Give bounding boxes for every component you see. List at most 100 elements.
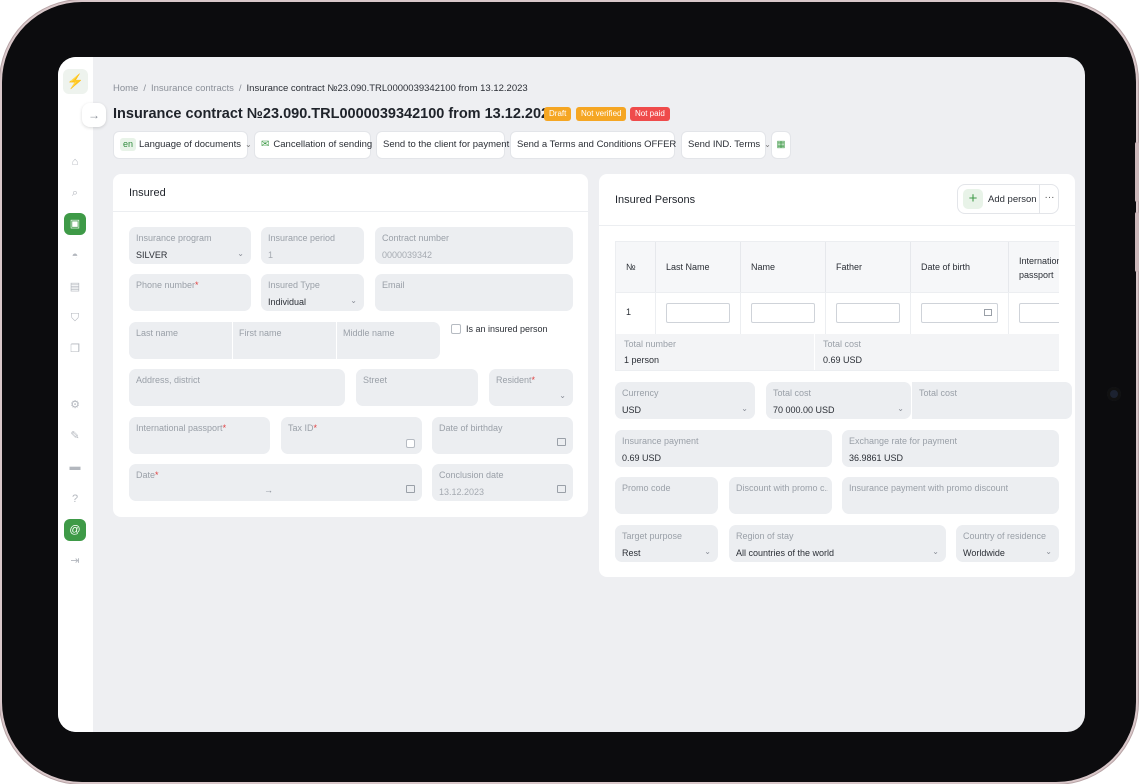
- chevron-down-icon: ⌄: [559, 391, 566, 400]
- document-icon[interactable]: ▤: [64, 276, 86, 298]
- calendar-icon[interactable]: [984, 309, 992, 316]
- send-offer-label: Send a Terms and Conditions OFFER: [517, 139, 677, 150]
- column-header-name: Name: [741, 242, 826, 292]
- car-icon[interactable]: ◓: [64, 245, 86, 267]
- field-label: Insurance payment with promo discount: [849, 483, 1009, 493]
- send-ind-dropdown[interactable]: Send IND. Terms ⌄: [681, 131, 771, 159]
- promo-code-field[interactable]: Promo code: [615, 477, 718, 514]
- expand-sidebar-button[interactable]: →: [82, 103, 106, 127]
- field-label: Insurance program: [136, 233, 212, 243]
- target-purpose-select[interactable]: Target purpose Rest ⌄: [615, 525, 718, 562]
- field-value: 13.12.2023: [439, 487, 485, 497]
- help-icon[interactable]: ?: [64, 488, 86, 510]
- column-header-last-name: Last Name: [656, 242, 741, 292]
- more-options-button[interactable]: ···: [1039, 185, 1059, 213]
- payment-promo-field[interactable]: Insurance payment with promo discount: [842, 477, 1059, 514]
- birth-date-input[interactable]: [921, 303, 998, 323]
- gear-icon[interactable]: ⚙: [64, 394, 86, 416]
- field-label: Region of stay: [736, 531, 794, 541]
- tax-id-field[interactable]: Tax ID*: [281, 417, 422, 454]
- birthday-field[interactable]: Date of birthday: [432, 417, 573, 454]
- contract-number-field[interactable]: Contract number 0000039342: [375, 227, 573, 264]
- send-offer-dropdown[interactable]: Send a Terms and Conditions OFFER⌄: [510, 131, 687, 159]
- mail-cancel-icon: ✉: [261, 139, 270, 150]
- insurance-program-select[interactable]: Insurance program SILVER ⌄: [129, 227, 251, 264]
- copy-icon[interactable]: ❐: [64, 338, 86, 360]
- is-insured-label: Is an insured person: [466, 324, 548, 334]
- insured-persons-card: Insured Persons + Add person ··· № Last …: [599, 174, 1075, 577]
- passport-field[interactable]: International passport*: [129, 417, 270, 454]
- street-field[interactable]: Street: [356, 369, 478, 406]
- table-cell: [1009, 292, 1059, 334]
- insurance-period-field[interactable]: Insurance period 1: [261, 227, 364, 264]
- row-number: 1: [626, 307, 632, 317]
- total-cost-field[interactable]: Total cost: [912, 382, 1072, 419]
- export-excel-button[interactable]: ▦: [771, 131, 791, 159]
- middle-name-field[interactable]: Middle name: [343, 328, 395, 338]
- resident-select[interactable]: Resident* ⌄: [489, 369, 573, 406]
- at-sign-icon[interactable]: @: [64, 519, 86, 541]
- field-label: Email: [382, 280, 405, 290]
- separator: [232, 322, 233, 359]
- search-icon[interactable]: ⌕: [64, 182, 86, 204]
- breadcrumb-home[interactable]: Home: [113, 83, 138, 94]
- chevron-down-icon: ⌄: [764, 140, 771, 149]
- passport-input[interactable]: [1019, 303, 1059, 323]
- volume-button: [1135, 142, 1139, 202]
- calendar-icon[interactable]: [557, 438, 566, 446]
- divider: [113, 211, 588, 212]
- field-label: Contract number: [382, 233, 450, 243]
- chat-icon[interactable]: ▬: [64, 456, 86, 478]
- divider: [599, 225, 1075, 226]
- conclusion-date-field[interactable]: Conclusion date 13.12.2023: [432, 464, 573, 501]
- send-payment-button[interactable]: Send to the client for payment: [376, 131, 509, 159]
- table-cell: [911, 292, 1009, 334]
- name-input[interactable]: [751, 303, 815, 323]
- father-input[interactable]: [836, 303, 900, 323]
- logout-icon[interactable]: ⇥: [64, 550, 86, 572]
- field-value: SILVER: [136, 250, 168, 260]
- insurance-payment-field[interactable]: Insurance payment 0.69 USD: [615, 430, 832, 467]
- country-of-residence-select[interactable]: Country of residence Worldwide ⌄: [956, 525, 1059, 562]
- last-name-input[interactable]: [666, 303, 730, 323]
- field-label: Street: [363, 375, 388, 385]
- insured-type-select[interactable]: Insured Type Individual ⌄: [261, 274, 364, 311]
- wrench-icon[interactable]: ✎: [64, 425, 86, 447]
- breadcrumb-contracts[interactable]: Insurance contracts: [151, 83, 234, 94]
- address-field[interactable]: Address, district: [129, 369, 345, 406]
- field-label: Exchange rate for payment: [849, 436, 958, 446]
- chevron-down-icon: ⌄: [897, 404, 904, 413]
- required-marker: *: [155, 470, 159, 480]
- first-name-field[interactable]: First name: [239, 328, 282, 338]
- calendar-icon[interactable]: [406, 485, 415, 493]
- email-field[interactable]: Email: [375, 274, 573, 311]
- chevron-down-icon: ⌄: [237, 249, 244, 258]
- required-marker: *: [195, 280, 199, 290]
- home-icon[interactable]: ⌂: [64, 151, 86, 173]
- last-name-field[interactable]: Last name: [136, 328, 178, 338]
- logo-icon[interactable]: ⚡: [63, 69, 88, 94]
- tax-id-checkbox[interactable]: [406, 439, 415, 448]
- total-cost-select[interactable]: Total cost 70 000.00 USD ⌄: [766, 382, 911, 419]
- add-person-label: Add person: [988, 194, 1037, 205]
- region-of-stay-select[interactable]: Region of stay All countries of the worl…: [729, 525, 946, 562]
- calendar-icon[interactable]: [557, 485, 566, 493]
- phone-number-field[interactable]: Phone number*: [129, 274, 251, 311]
- shield-icon[interactable]: ⛉: [64, 307, 86, 329]
- field-label: Conclusion date: [439, 470, 504, 480]
- field-label: Total cost: [773, 388, 812, 398]
- add-person-button[interactable]: + Add person ···: [957, 184, 1059, 214]
- date-range-field[interactable]: Date* →: [129, 464, 422, 501]
- column-header-father: Father: [826, 242, 911, 292]
- currency-select[interactable]: Currency USD ⌄: [615, 382, 755, 419]
- exchange-rate-field[interactable]: Exchange rate for payment 36.9861 USD: [842, 430, 1059, 467]
- app-screen: ⚡ ⌂ ⌕ ▣ ◓ ▤ ⛉ ❐ ⚙ ✎ ▬ ? @ ⇥ → Home / Insur…: [58, 57, 1085, 732]
- briefcase-icon[interactable]: ▣: [64, 213, 86, 235]
- is-insured-checkbox[interactable]: [451, 324, 461, 334]
- language-dropdown[interactable]: en Language of documents ⌄: [113, 131, 252, 159]
- total-cost-cell: Total cost 0.69 USD: [815, 334, 1059, 370]
- discount-promo-field[interactable]: Discount with promo c...: [729, 477, 832, 514]
- field-label: Country of residence: [963, 531, 1047, 541]
- cancel-sending-button[interactable]: ✉ Cancellation of sending: [254, 131, 372, 159]
- not-paid-badge: Not paid: [630, 107, 670, 121]
